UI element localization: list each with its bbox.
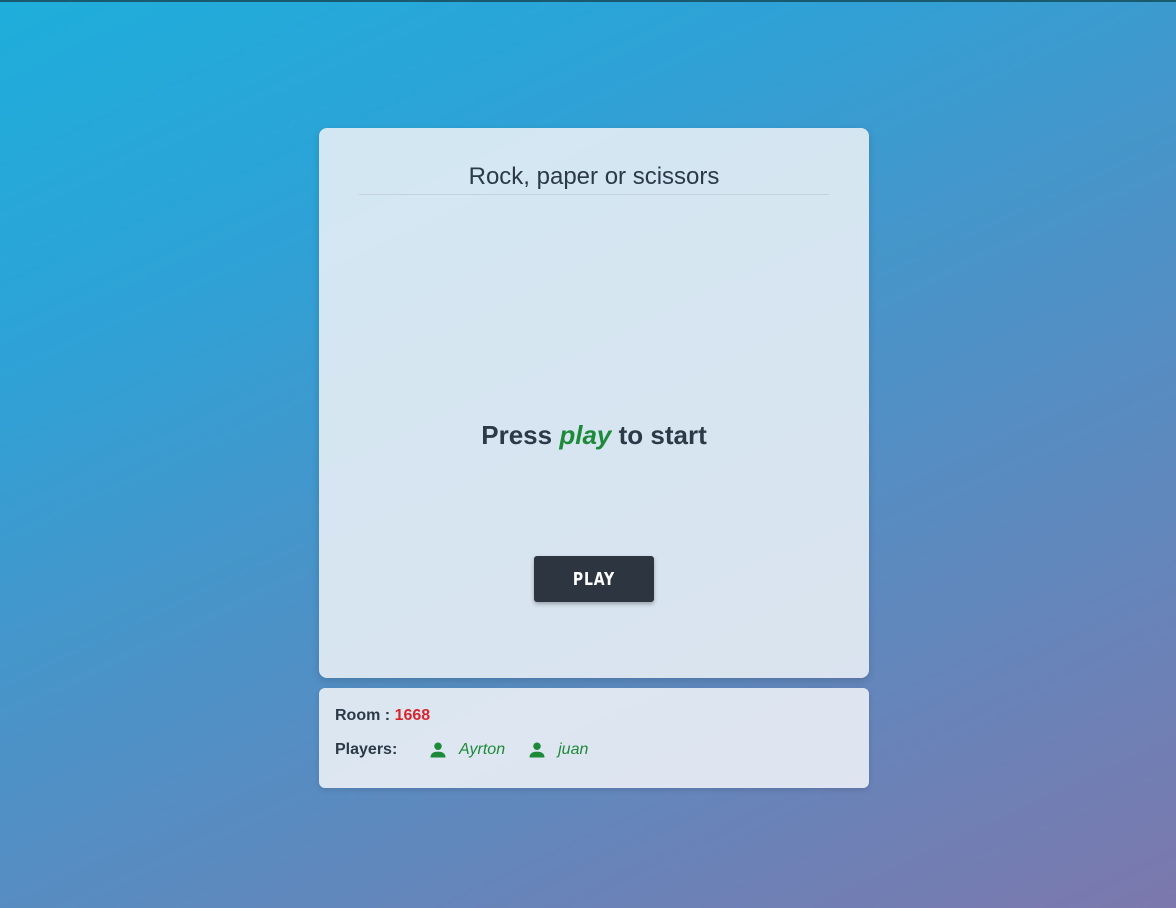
prompt-prefix: Press	[481, 420, 553, 450]
room-info-card: Room : 1668 Players: Ayrton juan	[319, 688, 869, 788]
player-item: Ayrton	[428, 740, 505, 760]
person-icon	[527, 740, 547, 760]
prompt-suffix: to start	[618, 420, 707, 450]
top-border	[0, 0, 1176, 2]
play-button-label: PLAY	[572, 568, 616, 590]
player-name: Ayrton	[459, 741, 506, 758]
player-item: juan	[527, 740, 588, 760]
title-divider	[359, 194, 829, 195]
game-title: Rock, paper or scissors	[468, 163, 720, 190]
players-row: Players: Ayrton juan	[335, 740, 610, 760]
game-card: Rock, paper or scissors Press play to st…	[319, 128, 869, 678]
room-number: 1668	[394, 707, 431, 724]
players-label: Players:	[335, 741, 398, 758]
play-button[interactable]: PLAY	[534, 556, 654, 602]
room-row: Room : 1668	[335, 706, 430, 726]
room-label: Room :	[335, 707, 391, 724]
prompt-accent: play	[559, 420, 612, 450]
person-icon	[428, 740, 448, 760]
player-name: juan	[558, 741, 589, 758]
start-prompt: Press play to start	[319, 418, 869, 452]
